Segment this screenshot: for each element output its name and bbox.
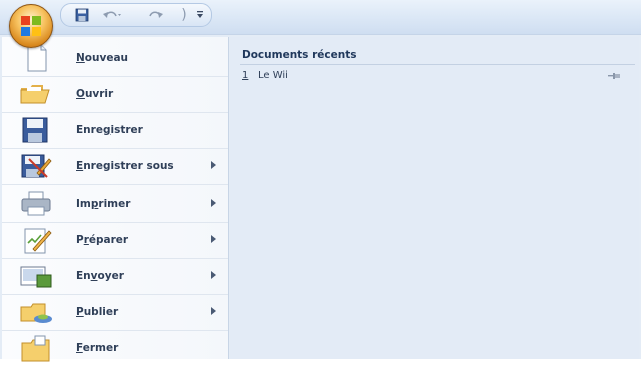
customize-dropdown-icon — [197, 11, 203, 18]
submenu-arrow-icon — [211, 235, 216, 243]
submenu-arrow-icon — [211, 161, 216, 169]
recent-document-name: Le Wii — [258, 70, 288, 81]
menu-item-label: Envoyer — [76, 270, 124, 282]
save-as-icon — [21, 154, 52, 178]
menu-item-envoyer[interactable]: Envoyer — [2, 259, 228, 293]
menu-item-enregistrer[interactable]: Enregistrer — [2, 113, 228, 147]
recent-document-number: 1 — [242, 70, 249, 81]
quick-access-toolbar: ) — [60, 3, 212, 27]
save-icon — [22, 117, 48, 143]
qat-customize-button[interactable] — [194, 7, 206, 23]
recent-documents-title: Documents récents — [242, 49, 357, 61]
menu-item-label: Nouveau — [76, 52, 129, 64]
menu-item-label: Préparer — [76, 234, 129, 246]
send-icon — [20, 266, 52, 288]
undo-icon — [103, 11, 121, 18]
recent-document-item[interactable]: 1 Le Wii — [230, 67, 639, 85]
office-button[interactable] — [9, 4, 53, 48]
title-bar: ) — [0, 0, 641, 34]
pin-icon[interactable] — [607, 71, 621, 81]
menu-item-label: Enregistrer — [76, 124, 143, 136]
close-folder-icon — [21, 335, 50, 362]
qat-redo-button[interactable] — [143, 7, 165, 23]
menu-item-label: Publier — [76, 306, 119, 318]
menu-item-label: Ouvrir — [76, 88, 114, 100]
office-menu: Nouveau Ouvrir Enregistrer Enregistrer s… — [0, 34, 641, 362]
menu-item-preparer[interactable]: Préparer — [2, 223, 228, 257]
menu-item-ouvrir[interactable]: Ouvrir — [2, 77, 228, 111]
office-menu-commands: Nouveau Ouvrir Enregistrer Enregistrer s… — [2, 37, 229, 362]
qat-separator: ) — [181, 7, 187, 23]
redo-icon — [149, 11, 163, 18]
prepare-icon — [24, 228, 52, 254]
menu-item-label: Fermer — [76, 342, 119, 354]
print-icon — [21, 191, 51, 216]
qat-undo-button[interactable] — [101, 7, 123, 23]
menu-item-label: Enregistrer sous — [76, 160, 174, 172]
menu-item-fermer[interactable]: Fermer — [2, 331, 228, 365]
menu-item-label: Imprimer — [76, 198, 131, 210]
submenu-arrow-icon — [211, 271, 216, 279]
submenu-arrow-icon — [211, 199, 216, 207]
menu-separator — [2, 184, 228, 185]
new-document-icon — [27, 44, 47, 72]
recent-documents-pane: Documents récents 1 Le Wii — [230, 37, 639, 359]
qat-save-button[interactable] — [73, 7, 91, 23]
submenu-arrow-icon — [211, 307, 216, 315]
save-icon — [75, 8, 89, 22]
menu-item-imprimer[interactable]: Imprimer — [2, 187, 228, 221]
divider — [240, 64, 635, 65]
menu-item-publier[interactable]: Publier — [2, 295, 228, 329]
open-folder-icon — [20, 85, 50, 104]
menu-item-enregistrer-sous[interactable]: Enregistrer sous — [2, 149, 228, 183]
office-button-icon — [21, 16, 41, 36]
publish-icon — [20, 303, 52, 323]
